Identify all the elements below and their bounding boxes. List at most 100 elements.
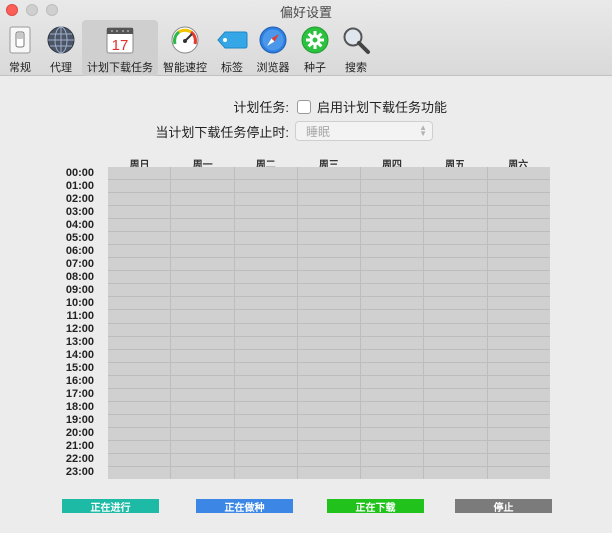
schedule-cell[interactable] (297, 271, 361, 284)
schedule-cell[interactable] (297, 349, 361, 362)
schedule-cell[interactable] (487, 388, 550, 401)
schedule-cell[interactable] (234, 232, 297, 245)
schedule-cell[interactable] (234, 388, 297, 401)
schedule-cell[interactable] (487, 232, 550, 245)
enable-schedule-label[interactable]: 启用计划下载任务功能 (317, 97, 447, 116)
schedule-cell[interactable] (487, 258, 550, 271)
schedule-cell[interactable] (234, 453, 297, 466)
schedule-cell[interactable] (297, 427, 361, 440)
schedule-cell[interactable] (424, 271, 487, 284)
schedule-cell[interactable] (361, 206, 424, 219)
hour-label[interactable]: 06:00 (52, 245, 94, 258)
hour-label[interactable]: 12:00 (52, 323, 94, 336)
schedule-cell[interactable] (234, 193, 297, 206)
hour-label[interactable]: 04:00 (52, 219, 94, 232)
hour-label[interactable]: 17:00 (52, 388, 94, 401)
schedule-cell[interactable] (424, 323, 487, 336)
schedule-cell[interactable] (424, 245, 487, 258)
schedule-cell[interactable] (487, 427, 550, 440)
schedule-cell[interactable] (487, 323, 550, 336)
schedule-cell[interactable] (487, 453, 550, 466)
schedule-cell[interactable] (171, 271, 234, 284)
schedule-cell[interactable] (171, 323, 234, 336)
schedule-cell[interactable] (234, 375, 297, 388)
tab-proxy[interactable]: 代理 (40, 20, 82, 76)
schedule-cell[interactable] (171, 362, 234, 375)
schedule-cell[interactable] (108, 388, 171, 401)
schedule-cell[interactable] (297, 219, 361, 232)
schedule-cell[interactable] (424, 310, 487, 323)
schedule-cell[interactable] (108, 284, 171, 297)
hour-label[interactable]: 09:00 (52, 284, 94, 297)
schedule-cell[interactable] (487, 362, 550, 375)
schedule-cell[interactable] (297, 323, 361, 336)
schedule-cell[interactable] (487, 284, 550, 297)
schedule-cell[interactable] (234, 310, 297, 323)
schedule-cell[interactable] (108, 167, 171, 180)
schedule-cell[interactable] (108, 362, 171, 375)
schedule-cell[interactable] (108, 414, 171, 427)
schedule-cell[interactable] (234, 401, 297, 414)
schedule-cell[interactable] (171, 232, 234, 245)
schedule-cell[interactable] (171, 167, 234, 180)
schedule-cell[interactable] (234, 427, 297, 440)
schedule-cell[interactable] (424, 453, 487, 466)
schedule-grid[interactable] (108, 167, 550, 479)
schedule-cell[interactable] (108, 206, 171, 219)
schedule-cell[interactable] (297, 310, 361, 323)
schedule-cell[interactable] (487, 401, 550, 414)
schedule-cell[interactable] (171, 336, 234, 349)
hour-label[interactable]: 21:00 (52, 440, 94, 453)
schedule-cell[interactable] (487, 167, 550, 180)
schedule-cell[interactable] (171, 388, 234, 401)
schedule-cell[interactable] (297, 388, 361, 401)
schedule-cell[interactable] (424, 440, 487, 453)
enable-schedule-checkbox[interactable] (297, 99, 311, 114)
hour-label[interactable]: 20:00 (52, 427, 94, 440)
schedule-cell[interactable] (487, 336, 550, 349)
schedule-cell[interactable] (424, 232, 487, 245)
schedule-cell[interactable] (424, 336, 487, 349)
schedule-cell[interactable] (424, 193, 487, 206)
schedule-cell[interactable] (297, 245, 361, 258)
schedule-cell[interactable] (487, 440, 550, 453)
schedule-cell[interactable] (171, 219, 234, 232)
schedule-cell[interactable] (361, 388, 424, 401)
hour-label[interactable]: 11:00 (52, 310, 94, 323)
schedule-cell[interactable] (108, 336, 171, 349)
schedule-cell[interactable] (108, 193, 171, 206)
schedule-cell[interactable] (487, 245, 550, 258)
schedule-cell[interactable] (361, 453, 424, 466)
schedule-cell[interactable] (171, 245, 234, 258)
schedule-cell[interactable] (108, 271, 171, 284)
schedule-cell[interactable] (234, 245, 297, 258)
schedule-cell[interactable] (171, 258, 234, 271)
schedule-cell[interactable] (234, 440, 297, 453)
schedule-cell[interactable] (108, 245, 171, 258)
schedule-cell[interactable] (108, 349, 171, 362)
schedule-cell[interactable] (361, 167, 424, 180)
schedule-cell[interactable] (171, 453, 234, 466)
schedule-cell[interactable] (297, 180, 361, 193)
hour-label[interactable]: 19:00 (52, 414, 94, 427)
hour-label[interactable]: 14:00 (52, 349, 94, 362)
hour-label[interactable]: 02:00 (52, 193, 94, 206)
hour-label[interactable]: 03:00 (52, 206, 94, 219)
schedule-cell[interactable] (424, 206, 487, 219)
hour-label[interactable]: 01:00 (52, 180, 94, 193)
schedule-cell[interactable] (108, 401, 171, 414)
schedule-cell[interactable] (297, 440, 361, 453)
schedule-cell[interactable] (361, 245, 424, 258)
schedule-cell[interactable] (424, 388, 487, 401)
schedule-cell[interactable] (424, 258, 487, 271)
hour-label[interactable]: 22:00 (52, 453, 94, 466)
schedule-cell[interactable] (424, 414, 487, 427)
schedule-cell[interactable] (234, 323, 297, 336)
schedule-cell[interactable] (297, 258, 361, 271)
hour-label[interactable]: 16:00 (52, 375, 94, 388)
schedule-cell[interactable] (297, 206, 361, 219)
hour-label[interactable]: 08:00 (52, 271, 94, 284)
schedule-cell[interactable] (487, 349, 550, 362)
schedule-cell[interactable] (234, 258, 297, 271)
schedule-cell[interactable] (487, 271, 550, 284)
